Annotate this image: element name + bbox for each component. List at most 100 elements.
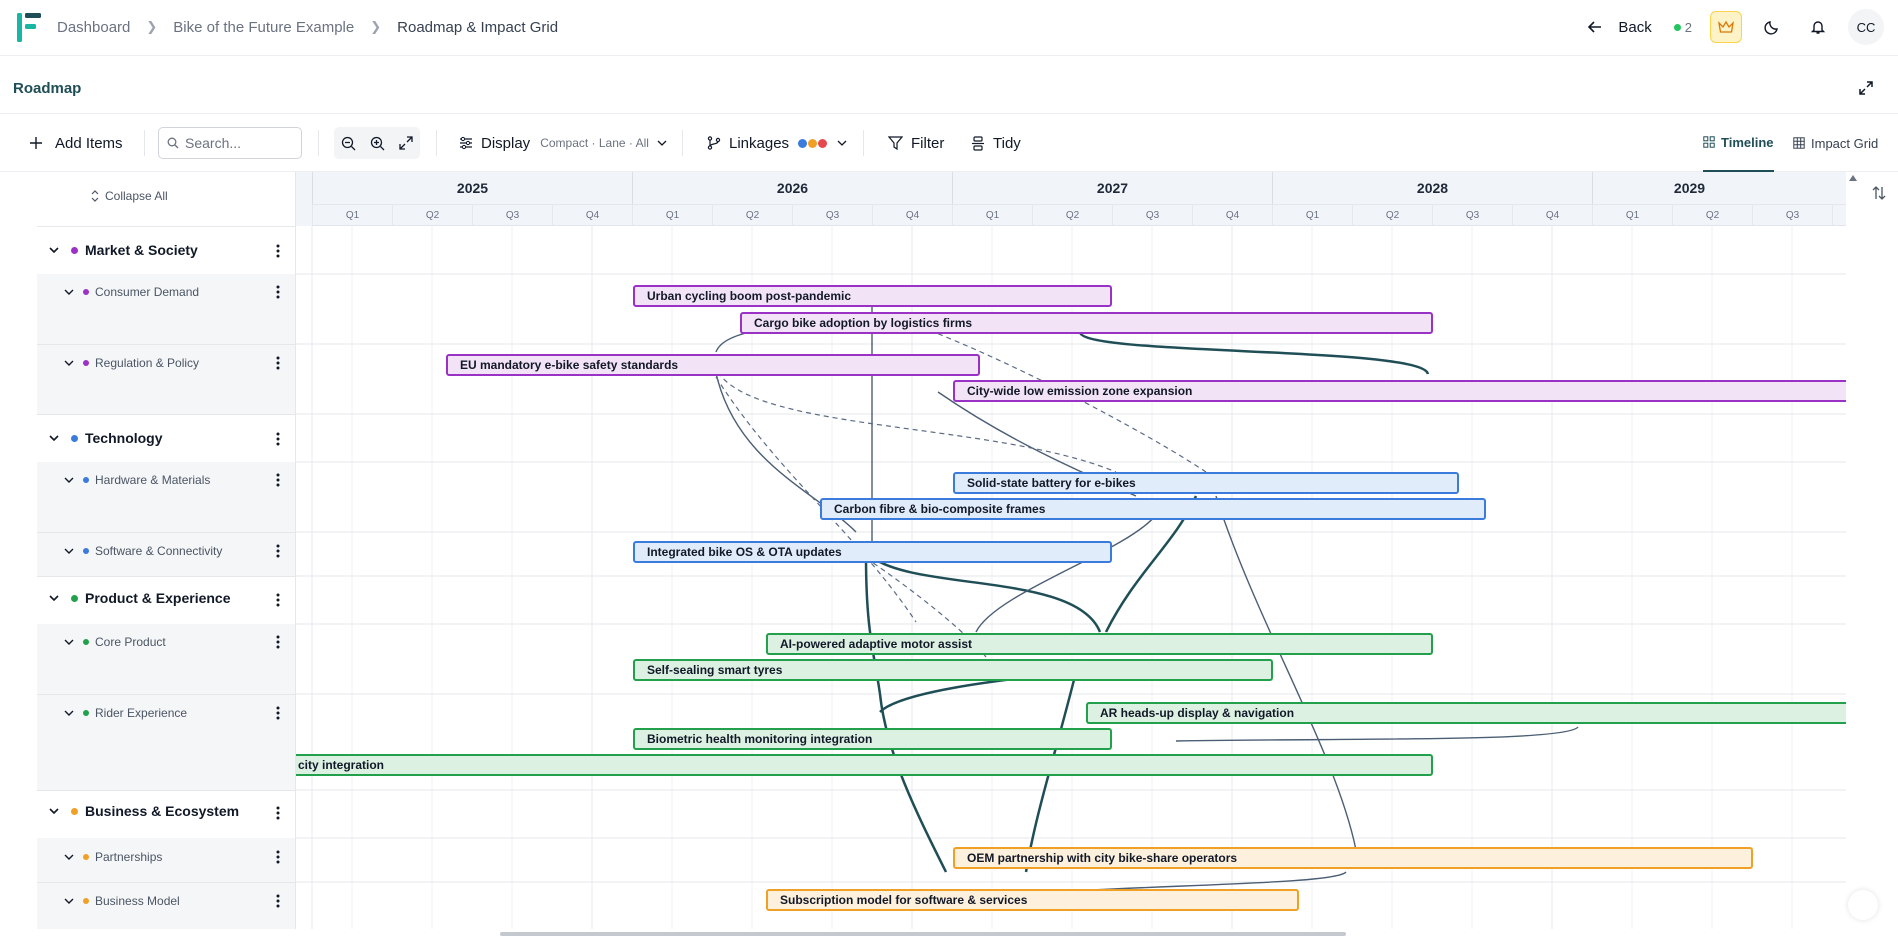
lane-software-connectivity[interactable]: Software & Connectivity [37, 532, 295, 576]
chevron-down-icon[interactable] [49, 808, 59, 814]
online-dot-icon [1673, 23, 1681, 31]
item-bar[interactable]: EU mandatory e-bike safety standards [446, 354, 980, 376]
linkages-menu-button[interactable]: Linkages [707, 114, 855, 172]
lane-color-dot [83, 548, 89, 554]
tab-timeline[interactable]: Timeline [1703, 114, 1774, 172]
strong-links [864, 331, 1430, 873]
item-bar[interactable]: Integrated bike OS & OTA updates [633, 541, 1112, 563]
item-bar[interactable]: AI-powered adaptive motor assist [766, 633, 1433, 655]
chevron-down-icon[interactable] [49, 435, 59, 441]
item-bar[interactable]: Urban cycling boom post-pandemic [633, 285, 1112, 307]
lane-label: Rider Experience [95, 706, 188, 720]
lane-partnerships[interactable]: Partnerships [37, 838, 295, 882]
display-menu-button[interactable]: Display Compact · Lane · All [459, 114, 675, 172]
tab-impact-grid[interactable]: Impact Grid [1793, 114, 1878, 172]
more-options-icon[interactable] [276, 432, 280, 446]
chevron-down-icon[interactable] [49, 247, 59, 253]
lane-group-technology[interactable]: Technology [37, 414, 295, 462]
more-options-icon[interactable] [276, 244, 280, 258]
search-box[interactable] [158, 127, 302, 159]
more-options-icon[interactable] [276, 806, 280, 820]
more-options-icon[interactable] [276, 356, 280, 370]
lane-color-dot [83, 477, 89, 483]
item-bar[interactable]: Subscription model for software & servic… [766, 889, 1299, 911]
item-bar[interactable]: city integration [296, 754, 1433, 776]
upgrade-button[interactable] [1710, 11, 1742, 43]
user-avatar[interactable]: CC [1848, 9, 1884, 45]
sliders-icon [460, 136, 472, 150]
chevron-down-icon[interactable] [64, 360, 74, 366]
section-header: Roadmap [0, 56, 1898, 114]
item-bar[interactable]: OEM partnership with city bike-share ope… [953, 847, 1753, 869]
lane-group-product[interactable]: Product & Experience [37, 576, 295, 624]
scroll-thumb[interactable] [500, 932, 1346, 936]
horizontal-scrollbar[interactable] [37, 931, 1846, 937]
chevron-down-icon[interactable] [64, 289, 74, 295]
tab-impact-grid-label: Impact Grid [1811, 135, 1879, 151]
display-summary: Compact · Lane · All [540, 136, 649, 150]
presence-indicator[interactable]: 2 [1673, 20, 1692, 35]
notifications-button[interactable] [1802, 11, 1834, 43]
lane-group-market[interactable]: Market & Society [37, 226, 295, 274]
more-options-icon[interactable] [276, 473, 280, 487]
zoom-in-icon[interactable] [370, 136, 385, 151]
item-bar[interactable]: AR heads-up display & navigation [1086, 702, 1846, 724]
more-options-icon[interactable] [276, 593, 280, 607]
moon-icon [1764, 21, 1778, 35]
grid-icon [1703, 136, 1715, 148]
filter-label: Filter [911, 134, 945, 152]
chevron-down-icon[interactable] [64, 477, 74, 483]
item-bar[interactable]: Carbon fibre & bio-composite frames [820, 498, 1486, 520]
lane-group-business[interactable]: Business & Ecosystem [37, 790, 295, 838]
item-bar[interactable]: Self-sealing smart tyres [633, 659, 1273, 681]
more-options-icon[interactable] [276, 850, 280, 864]
lane-core-product[interactable]: Core Product [37, 624, 295, 694]
chevron-down-icon[interactable] [49, 595, 59, 601]
item-bar[interactable]: Solid-state battery for e-bikes [953, 472, 1459, 494]
lane-business-model[interactable]: Business Model [37, 882, 295, 929]
more-options-icon[interactable] [276, 894, 280, 908]
linkage-colors [797, 135, 828, 152]
vertical-scrollbar[interactable] [1846, 172, 1860, 929]
fit-to-screen-icon[interactable] [399, 136, 413, 150]
more-options-icon[interactable] [276, 544, 280, 558]
lane-hardware-materials[interactable]: Hardware & Materials [37, 462, 295, 532]
filter-button[interactable]: Filter [888, 114, 944, 172]
lane-color-dot [83, 854, 89, 860]
tidy-button[interactable]: Tidy [971, 114, 1021, 172]
more-options-icon[interactable] [276, 706, 280, 720]
add-items-button[interactable]: Add Items [29, 114, 123, 172]
search-input[interactable] [185, 135, 295, 151]
chevron-down-icon [837, 140, 847, 146]
breadcrumb-dashboard[interactable]: Dashboard [57, 19, 130, 36]
item-bar[interactable]: City-wide low emission zone expansion [953, 380, 1846, 402]
expand-icon[interactable] [1858, 80, 1874, 96]
back-button[interactable]: Back [1588, 19, 1652, 36]
lane-rider-experience[interactable]: Rider Experience [37, 694, 295, 790]
chevron-down-icon[interactable] [64, 710, 74, 716]
lane-label: Regulation & Policy [95, 356, 200, 370]
item-bar[interactable]: Biometric health monitoring integration [633, 728, 1112, 750]
more-options-icon[interactable] [276, 285, 280, 299]
breadcrumb-current: Roadmap & Impact Grid [397, 18, 559, 36]
lane-group-label: Market & Society [85, 242, 198, 258]
scroll-up-icon[interactable] [1848, 174, 1858, 182]
chevron-down-icon[interactable] [64, 854, 74, 860]
swap-vertical-icon[interactable] [1872, 185, 1886, 201]
table-icon [1793, 137, 1805, 149]
theme-toggle-button[interactable] [1756, 11, 1788, 43]
chevron-down-icon[interactable] [64, 898, 74, 904]
collapse-all-button[interactable]: Collapse All [91, 189, 168, 203]
item-bar[interactable]: Cargo bike adoption by logistics firms [740, 312, 1433, 334]
zoom-out-icon[interactable] [341, 136, 356, 151]
lane-regulation-policy[interactable]: Regulation & Policy [37, 344, 295, 414]
help-button[interactable] [1848, 890, 1878, 920]
app-logo-icon[interactable] [16, 10, 42, 44]
more-options-icon[interactable] [276, 635, 280, 649]
breadcrumb-project[interactable]: Bike of the Future Example [173, 19, 354, 36]
chevron-down-icon[interactable] [64, 548, 74, 554]
tidy-label: Tidy [993, 134, 1021, 152]
chevron-down-icon[interactable] [64, 639, 74, 645]
lane-color-dot [83, 898, 89, 904]
lane-consumer-demand[interactable]: Consumer Demand [37, 274, 295, 344]
